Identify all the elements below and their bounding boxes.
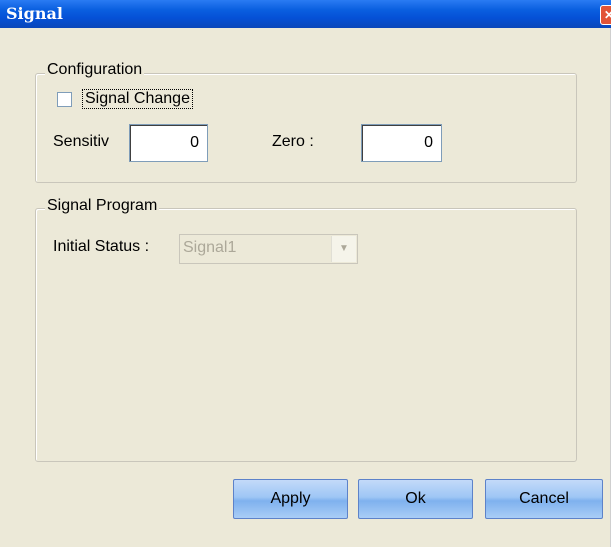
ok-button[interactable]: Ok bbox=[358, 479, 473, 519]
signal-dialog: Signal ✕ Configuration Signal Change Sen… bbox=[0, 0, 611, 547]
sensitivity-input[interactable]: 0 bbox=[129, 124, 208, 162]
signal-change-checkbox[interactable] bbox=[57, 92, 72, 107]
chevron-down-icon: ▼ bbox=[331, 236, 356, 262]
signal-change-label[interactable]: Signal Change bbox=[82, 89, 193, 109]
configuration-legend: Configuration bbox=[45, 61, 145, 79]
zero-input[interactable]: 0 bbox=[361, 124, 442, 162]
close-icon[interactable]: ✕ bbox=[600, 5, 611, 25]
apply-button[interactable]: Apply bbox=[233, 479, 348, 519]
sensitivity-label: Sensitiv bbox=[53, 133, 110, 150]
title-bar[interactable]: Signal ✕ bbox=[0, 0, 611, 28]
window-title: Signal bbox=[6, 4, 63, 23]
initial-status-select: Signal1 ▼ bbox=[179, 234, 358, 264]
cancel-button[interactable]: Cancel bbox=[485, 479, 603, 519]
initial-status-label: Initial Status : bbox=[53, 238, 150, 255]
signal-program-legend: Signal Program bbox=[45, 197, 160, 215]
zero-label: Zero : bbox=[272, 133, 314, 150]
initial-status-value: Signal1 bbox=[183, 239, 237, 256]
